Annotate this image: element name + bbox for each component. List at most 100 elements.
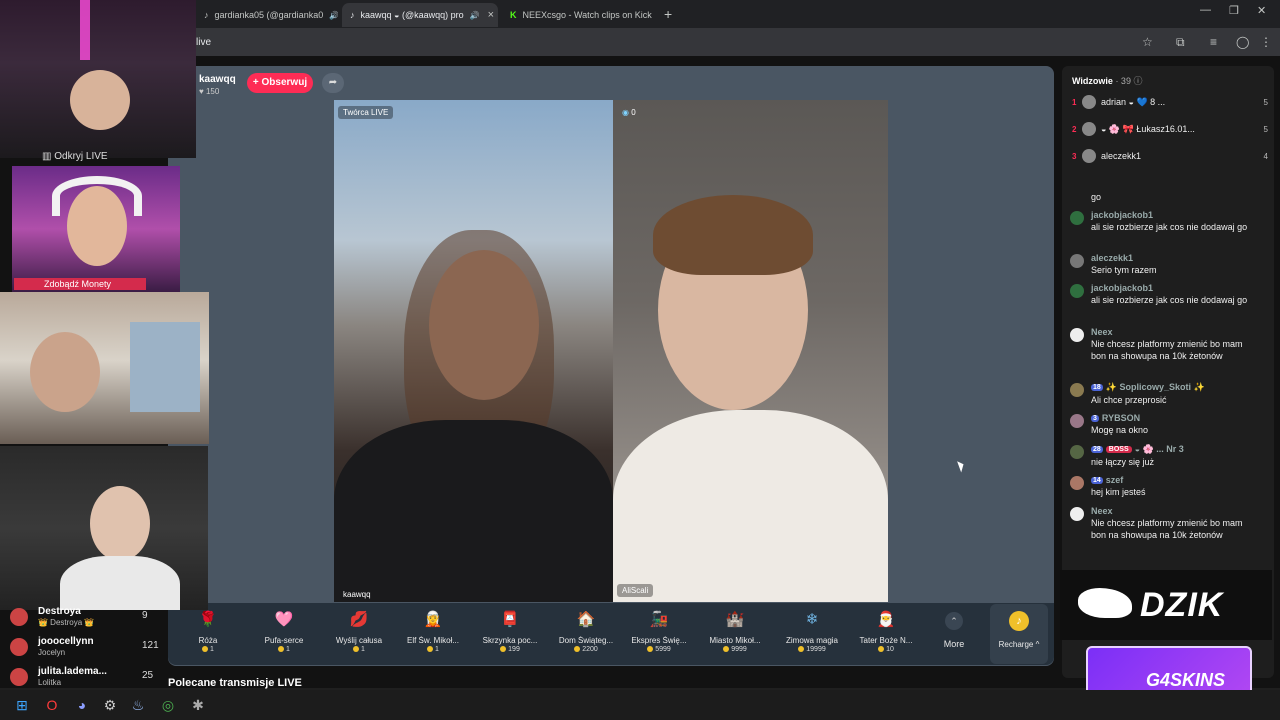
top-viewer-row[interactable]: 3 aleczekk1 4 [1072, 148, 1268, 164]
viewer-name[interactable]: ◒ 🌸 🎀 Łukasz16.01... [1101, 124, 1195, 135]
extensions-icon[interactable]: ⧉ [1176, 35, 1185, 50]
chat-username[interactable]: ✨ Soplicowy_Skoti ✨ [1106, 382, 1205, 393]
leaderboard-sub: 👑 Destroya 👑 [38, 618, 95, 627]
chat-username[interactable]: Neex [1091, 506, 1113, 516]
level-badge: 18 [1091, 384, 1103, 391]
host-likes-count: 150 [205, 87, 220, 96]
chat-username-row[interactable]: jackobjackob1 [1091, 283, 1254, 293]
avatar[interactable] [1070, 383, 1084, 397]
host-video[interactable] [334, 100, 613, 602]
gift-item[interactable]: 🏠 Dom Świąteg... 2200 [551, 607, 621, 653]
tab-gardianka[interactable]: ♪ gardianka05 (@gardianka0 🔊 × [196, 3, 338, 27]
new-tab-icon[interactable]: + [664, 6, 672, 22]
close-icon[interactable]: × [480, 9, 494, 21]
chat-username-row[interactable]: jackobjackob1 [1091, 210, 1254, 220]
windows-start-icon[interactable]: ⊞ [12, 695, 32, 715]
leaderboard-sub: Jocelyn [38, 648, 66, 657]
steam-icon[interactable]: ♨ [128, 695, 148, 715]
chat-text: go [1091, 192, 1102, 202]
guest-video[interactable] [613, 100, 888, 602]
chat-username[interactable]: jackobjackob1 [1091, 210, 1153, 220]
menu-icon[interactable]: ⋮ [1260, 35, 1272, 49]
avatar[interactable] [1070, 414, 1084, 428]
top-viewer-row[interactable]: 1 adrian ◒ 💙 8 ... 5 [1072, 94, 1268, 110]
avatar[interactable] [1082, 95, 1096, 109]
opera-icon[interactable]: O [42, 695, 62, 715]
chat-username[interactable]: Neex [1091, 327, 1113, 337]
more-gifts[interactable]: ⌃ More [938, 612, 970, 649]
avatar[interactable] [1070, 284, 1084, 298]
avatar[interactable] [1070, 445, 1084, 459]
headphones [52, 176, 142, 216]
gift-item[interactable]: 📮 Skrzynka poc... 199 [475, 607, 545, 653]
host-name[interactable]: kaawqq [199, 74, 236, 85]
chat-text: hej kim jesteś [1091, 487, 1146, 497]
gift-price-value: 1 [361, 646, 365, 653]
chat-username-row[interactable]: Neex [1091, 327, 1254, 337]
chevron-up-icon[interactable]: ⌃ [945, 612, 963, 630]
avatar[interactable] [1070, 476, 1084, 490]
gift-item[interactable]: 🌹 Róża 1 [173, 607, 243, 653]
minimize-icon[interactable]: — [1200, 4, 1211, 16]
chat-username[interactable]: ◒ 🌸 ... Nr 3 [1135, 444, 1184, 455]
gift-item[interactable]: 🏰 Miasto Mikoł... 9999 [700, 607, 770, 653]
window-close-icon[interactable]: ✕ [1257, 4, 1266, 17]
chat-username[interactable]: szef [1106, 475, 1124, 485]
chat-username-row[interactable]: aleczekk1 [1091, 253, 1254, 263]
chat-text: Mogę na okno [1091, 425, 1149, 435]
close-icon[interactable]: × [652, 9, 661, 21]
url-text[interactable]: live [196, 37, 211, 48]
gift-item[interactable]: 🎅 Tater Boże N... 10 [851, 607, 921, 653]
chat-username-row[interactable]: 28 BOSS ◒ 🌸 ... Nr 3 [1091, 444, 1254, 455]
gift-item[interactable]: 💋 Wyślij całusa 1 [324, 607, 394, 653]
avatar[interactable] [1082, 149, 1096, 163]
chat-username-row[interactable]: 18 ✨ Soplicowy_Skoti ✨ [1091, 382, 1254, 393]
app-gear-icon[interactable]: ✱ [188, 695, 208, 715]
viewer-name[interactable]: aleczekk1 [1101, 151, 1141, 161]
settings-app-icon[interactable]: ⚙ [100, 695, 120, 715]
share-icon[interactable]: ➦ [322, 73, 344, 93]
chat-message: aleczekk1 Serio tym razem [1070, 253, 1254, 276]
profile-icon[interactable]: ◯ [1236, 35, 1249, 49]
top-viewer-row[interactable]: 2 ◒ 🌸 🎀 Łukasz16.01... 5 [1072, 121, 1268, 137]
discord-icon[interactable]: ◕ [72, 695, 92, 715]
more-label[interactable]: More [938, 639, 970, 649]
avatar[interactable] [1070, 254, 1084, 268]
speaker-icon[interactable]: 🔊 [329, 11, 338, 20]
gift-name: Dom Świąteg... [558, 636, 614, 645]
viewer-name[interactable]: adrian ◒ 💙 8 ... [1101, 97, 1165, 108]
info-icon[interactable]: ⓘ [1133, 76, 1142, 86]
media-icon[interactable]: ≡ [1210, 35, 1217, 49]
host-info[interactable]: kaawqq ♥ 150 [199, 74, 236, 96]
avatar[interactable] [1070, 507, 1084, 521]
chrome-icon[interactable]: ◎ [158, 695, 178, 715]
tab-neex-kick[interactable]: K NEEXcsgo - Watch clips on Kick × [502, 3, 660, 27]
chat-username[interactable]: jackobjackob1 [1091, 283, 1153, 293]
avatar[interactable] [1070, 328, 1084, 342]
gift-price-value: 9999 [731, 646, 747, 653]
chat-username-row[interactable]: 3 RYBSON [1091, 413, 1254, 423]
chat-username-row[interactable]: 14 szef [1091, 475, 1254, 485]
chat-username[interactable]: RYBSON [1102, 413, 1140, 423]
avatar[interactable] [1070, 211, 1084, 225]
star-icon[interactable]: ☆ [1142, 35, 1153, 49]
speaker-icon[interactable]: 🔊 [470, 11, 480, 20]
gift-item[interactable]: 🚂 Ekspres Świę... 5999 [624, 607, 694, 653]
gift-price: 1 [324, 646, 394, 653]
gift-item[interactable]: 🩷 Pufa-serce 1 [249, 607, 319, 653]
tab-kaawqq[interactable]: ♪ kaawqq ◒ (@kaawqq) pro 🔊 × [342, 3, 498, 27]
gift-item[interactable]: ❄ Zimowa magia 19999 [777, 607, 847, 653]
gift-price: 9999 [700, 646, 770, 653]
restore-icon[interactable]: ❐ [1229, 4, 1239, 17]
follow-button[interactable]: + Obserwuj [247, 73, 313, 93]
chat-username-row[interactable]: Neex [1091, 506, 1254, 516]
shield-icon: ◉ [622, 108, 629, 117]
chat-text: Nie chcesz platformy zmienić bo mam bon … [1091, 518, 1243, 540]
avatar[interactable] [1082, 122, 1096, 136]
recharge-label[interactable]: Recharge ^ [990, 640, 1048, 649]
chat-username[interactable]: aleczekk1 [1091, 253, 1133, 263]
recharge-button[interactable]: ♪ Recharge ^ [990, 604, 1048, 664]
discover-live-label: ▥ Odkryj LIVE [42, 151, 108, 162]
gift-item[interactable]: 🧝 Elf Św. Mikoł... 1 [398, 607, 468, 653]
tab-title: gardianka05 (@gardianka0 [214, 10, 324, 20]
